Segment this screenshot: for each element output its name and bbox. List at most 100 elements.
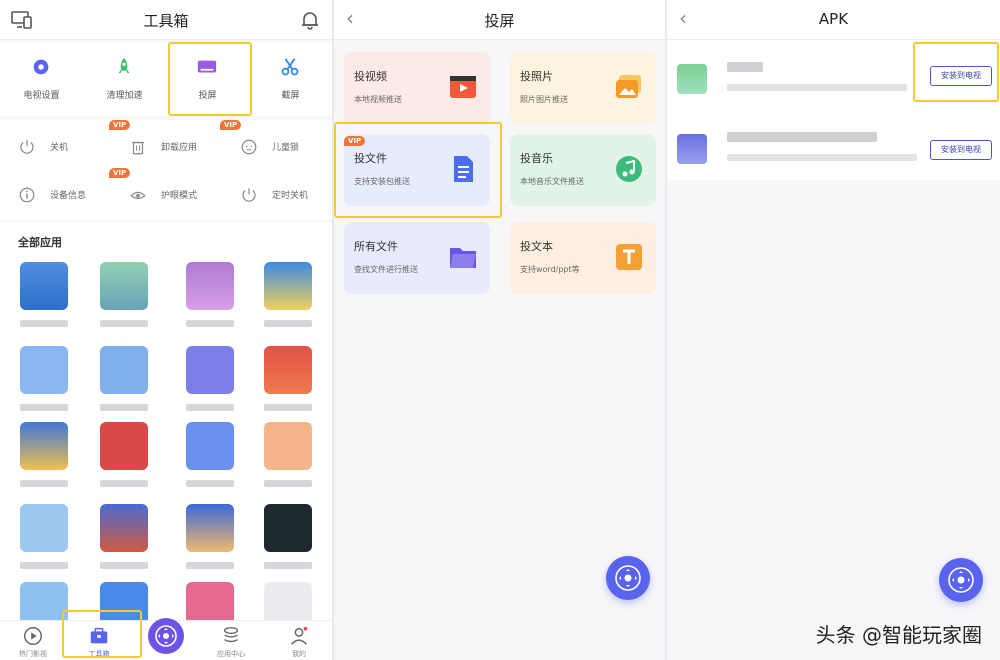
quick-tools: 电视设置 清理加速 投屏 截屏 [0,42,332,116]
cast-all-files-card[interactable]: 所有文件 查找文件进行推送 [344,222,490,294]
app-tile[interactable] [14,422,74,496]
app-tile[interactable] [180,504,240,578]
app-tile[interactable] [94,504,154,578]
card-title: 所有文件 [354,240,398,253]
app-tile[interactable] [180,346,240,420]
sys-label: 定时关机 [272,191,309,201]
app-icon [20,504,68,552]
child-lock-icon [241,139,257,155]
app-tile[interactable] [258,504,318,578]
app-label-blurred [186,404,234,411]
info-icon [19,187,35,203]
remote-button[interactable] [606,556,650,600]
remote-icon [948,567,974,593]
app-label-blurred [20,562,68,569]
app-icon [20,346,68,394]
app-tile[interactable] [94,346,154,420]
nav-label: 我的 [292,650,306,658]
nav-hot-videos[interactable]: 热门影视 [0,621,66,660]
app-tile[interactable] [258,346,318,420]
app-tile[interactable] [94,422,154,496]
remote-button[interactable] [148,618,184,654]
card-subtitle: 查找文件进行推送 [354,265,418,274]
app-label-blurred [100,404,148,411]
sys-child-lock[interactable]: 儿童锁 VIP [220,120,332,166]
app-tile[interactable] [14,504,74,578]
app-tile[interactable] [94,262,154,336]
nav-label: 热门影视 [19,650,47,658]
apk-icon [677,64,707,94]
sys-label: 卸载应用 [161,143,198,153]
video-icon [450,76,476,98]
scissors-icon [281,58,299,76]
sys-device-info[interactable]: 设备信息 [0,174,110,214]
nav-mine[interactable]: 我的 [266,621,332,660]
photo-icon [616,75,641,98]
page-title: 工具箱 [143,12,189,30]
tool-label: 电视设置 [23,91,60,101]
app-icon [186,262,234,310]
text-icon [616,244,642,270]
app-tile[interactable] [14,346,74,420]
cast-music-card[interactable]: 投音乐 本地音乐文件推送 [510,134,656,206]
app-icon [100,262,148,310]
apk-meta-blurred [727,84,907,91]
app-icon [20,422,68,470]
timer-power-icon [242,188,256,202]
app-label-blurred [264,320,312,327]
app-tile[interactable] [14,262,74,336]
bell-icon[interactable] [298,8,322,32]
install-to-tv-button[interactable]: 安装到电视 [930,140,992,160]
remote-icon [155,625,177,647]
card-subtitle: 本地视频推送 [354,95,402,104]
sys-uninstall[interactable]: 卸载应用 VIP [109,120,221,166]
system-tools: 关机 卸载应用 VIP 儿童锁 VIP 设备信息 护眼模式 VIP 定时关机 [0,120,332,220]
app-label-blurred [100,480,148,487]
app-icon [20,262,68,310]
trash-icon [132,141,144,155]
tool-label: 截屏 [281,91,300,101]
app-tile[interactable] [180,422,240,496]
rocket-icon [118,57,130,74]
app-tile[interactable] [258,262,318,336]
section-title: 全部应用 [18,236,62,249]
apk-item[interactable]: 安装到电视 [667,120,1000,180]
app-icon [100,346,148,394]
cast-header: ‹ 投屏 [334,0,665,40]
sys-shutdown[interactable]: 关机 [0,126,110,166]
card-title: 投视频 [354,70,387,83]
tool-label: 清理加速 [106,91,143,101]
nav-app-center[interactable]: 应用中心 [198,621,264,660]
tool-screenshot[interactable]: 截屏 [249,42,332,116]
app-label-blurred [186,480,234,487]
tool-tv-settings[interactable]: 电视设置 [0,42,83,116]
tool-cleanup[interactable]: 清理加速 [83,42,166,116]
gear-icon [33,59,49,75]
app-icon [186,422,234,470]
remote-icon [615,565,641,591]
cast-video-card[interactable]: 投视频 本地视频推送 [344,52,490,124]
cast-text-card[interactable]: 投文本 支持word/ppt等 [510,222,656,294]
sys-label: 护眼模式 [161,191,198,201]
app-label-blurred [186,320,234,327]
sys-eye-care[interactable]: 护眼模式 VIP [109,168,221,214]
app-icon [100,422,148,470]
app-icon [100,504,148,552]
remote-button[interactable] [939,558,983,602]
cast-screen: ‹ 投屏 投视频 本地视频推送 投照片 照片图片推送 投文件 支持安装包推送 V… [334,0,665,660]
sys-timed-shutdown[interactable]: 定时关机 [222,174,332,214]
app-tile[interactable] [258,422,318,496]
watermark: 头条 @智能玩家圈 [815,623,982,647]
highlight-box [168,42,252,116]
app-label-blurred [20,480,68,487]
cast-photo-card[interactable]: 投照片 照片图片推送 [510,52,656,124]
sys-label: 关机 [50,143,69,153]
app-tile[interactable] [180,262,240,336]
play-icon [24,627,42,645]
app-label-blurred [264,480,312,487]
stack-icon [223,627,239,643]
card-subtitle: 本地音乐文件推送 [520,177,584,186]
app-icon [264,262,312,310]
app-icon [186,504,234,552]
app-label-blurred [264,404,312,411]
